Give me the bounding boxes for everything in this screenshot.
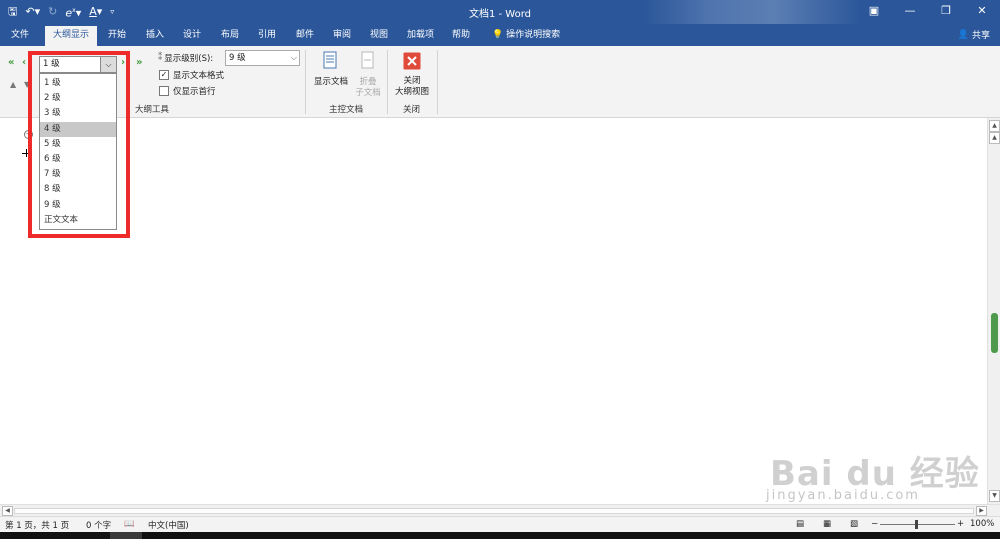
lightbulb-icon: 💡 bbox=[492, 30, 504, 40]
taskbar-strip bbox=[0, 532, 1000, 539]
window-title: 文档1 - Word bbox=[468, 9, 532, 20]
minimize-icon[interactable]: — bbox=[892, 0, 928, 24]
close-icon[interactable]: ✕ bbox=[964, 0, 1000, 24]
close-group-label: 关闭 bbox=[403, 105, 421, 115]
demote-to-body-icon[interactable]: » bbox=[136, 57, 142, 68]
tab-addins[interactable]: 加载项 bbox=[407, 28, 434, 42]
show-text-formatting-label: 显示文本格式 bbox=[173, 71, 225, 81]
status-bar: 第 1 页，共 1 页 0 个字 📖 中文(中国) ▤ ▦ ▧ − + 100% bbox=[0, 516, 1000, 532]
tell-me-search[interactable]: 💡 操作说明搜索 bbox=[492, 28, 560, 42]
word-window: 🖫 ↶▾ ↻ ex▾ A▾ ▿ 文档1 - Word ▣ — ❐ ✕ 文件 大纲… bbox=[0, 0, 1000, 539]
equation-icon[interactable]: ex▾ bbox=[65, 2, 81, 23]
collapse-subdocuments-icon bbox=[361, 51, 374, 69]
ribbon: « ‹ › » ▲ ▼ ⁑ 显示级别(S): 9 级 ⌵ ✓ 显示文本格式 仅显… bbox=[0, 46, 1000, 118]
web-layout-icon[interactable]: ▧ bbox=[850, 519, 858, 529]
zoom-slider-thumb[interactable] bbox=[915, 520, 918, 529]
vertical-scroll-thumb[interactable] bbox=[991, 313, 998, 353]
close-label-2: 大纲视图 bbox=[394, 87, 429, 97]
baidu-watermark: Bai du 经验 jingyan.baidu.com bbox=[760, 440, 1000, 510]
ribbon-tabs: 文件 大纲显示 开始 插入 设计 布局 引用 邮件 审阅 视图 加载项 帮助 💡… bbox=[0, 24, 1000, 46]
tab-mailings[interactable]: 邮件 bbox=[296, 28, 314, 42]
undo-icon[interactable]: ↶▾ bbox=[25, 3, 40, 21]
promote-to-heading1-icon[interactable]: « bbox=[8, 57, 14, 68]
redo-icon[interactable]: ↻ bbox=[48, 3, 57, 21]
text-cursor-vertical bbox=[26, 149, 27, 157]
chevron-down-icon: ⌵ bbox=[290, 53, 297, 62]
show-document-button[interactable]: 显示文档 bbox=[311, 51, 351, 88]
group-separator bbox=[437, 50, 438, 114]
print-layout-icon[interactable]: ▦ bbox=[823, 519, 831, 529]
zoom-level[interactable]: 100% bbox=[970, 519, 994, 529]
show-text-formatting-option[interactable]: ✓ 显示文本格式 bbox=[159, 69, 224, 81]
tab-outlining[interactable]: 大纲显示 bbox=[45, 26, 98, 46]
outline-tools-group-label: 大纲工具 bbox=[135, 105, 170, 115]
font-color-icon[interactable]: A▾ bbox=[89, 3, 102, 21]
collapse-label-1: 折叠 bbox=[359, 77, 377, 87]
tab-insert[interactable]: 插入 bbox=[146, 28, 164, 42]
scroll-up-icon[interactable]: ▲ bbox=[989, 120, 1000, 132]
tab-view[interactable]: 视图 bbox=[370, 28, 388, 42]
watermark-url: jingyan.baidu.com bbox=[766, 488, 920, 503]
quick-access-toolbar: 🖫 ↶▾ ↻ ex▾ A▾ ▿ bbox=[8, 3, 114, 21]
move-up-icon[interactable]: ▲ bbox=[10, 80, 16, 89]
read-mode-icon[interactable]: ▤ bbox=[796, 519, 804, 529]
page-count[interactable]: 第 1 页，共 1 页 bbox=[5, 519, 69, 531]
tab-help[interactable]: 帮助 bbox=[452, 28, 470, 42]
customize-qat-icon[interactable]: ▿ bbox=[110, 3, 114, 21]
taskbar-item bbox=[110, 532, 142, 539]
tab-layout[interactable]: 布局 bbox=[221, 28, 239, 42]
show-level-value: 9 级 bbox=[229, 53, 246, 63]
group-separator bbox=[387, 50, 388, 114]
close-outline-icon bbox=[403, 52, 421, 70]
person-icon: 👤 bbox=[957, 29, 969, 40]
window-controls: ▣ — ❐ ✕ bbox=[856, 0, 1000, 24]
zoom-in-icon[interactable]: + bbox=[957, 519, 964, 529]
close-outline-view-button[interactable]: 关闭 大纲视图 bbox=[391, 52, 433, 98]
master-document-group-label: 主控文档 bbox=[329, 105, 364, 115]
save-icon[interactable]: 🖫 bbox=[8, 3, 17, 21]
annotation-highlight-box bbox=[28, 51, 130, 238]
language-status[interactable]: 中文(中国) bbox=[148, 519, 189, 531]
group-separator bbox=[305, 50, 306, 114]
show-level-select[interactable]: 9 级 ⌵ bbox=[225, 50, 300, 66]
show-first-line-label: 仅显示首行 bbox=[173, 87, 216, 97]
show-level-label: ⁑ 显示级别(S): bbox=[158, 53, 214, 64]
scroll-up-page-icon[interactable]: ▲ bbox=[989, 132, 1000, 144]
share-label: 共享 bbox=[971, 31, 990, 41]
show-first-line-checkbox[interactable] bbox=[159, 86, 169, 96]
title-bar: 🖫 ↶▾ ↻ ex▾ A▾ ▿ 文档1 - Word ▣ — ❐ ✕ bbox=[0, 0, 1000, 48]
word-count[interactable]: 0 个字 bbox=[86, 519, 111, 531]
collapse-label-2: 子文档 bbox=[355, 88, 381, 98]
tell-me-label: 操作说明搜索 bbox=[506, 30, 561, 40]
zoom-out-icon[interactable]: − bbox=[871, 519, 878, 529]
restore-icon[interactable]: ❐ bbox=[928, 0, 964, 24]
proofing-icon[interactable]: 📖 bbox=[124, 519, 135, 529]
show-text-formatting-checkbox[interactable]: ✓ bbox=[159, 70, 169, 80]
close-label-1: 关闭 bbox=[403, 76, 421, 86]
ribbon-display-options-icon[interactable]: ▣ bbox=[856, 0, 892, 24]
share-button[interactable]: 👤 共享 bbox=[957, 28, 990, 42]
show-document-icon bbox=[323, 51, 337, 69]
scroll-left-icon[interactable]: ◀ bbox=[2, 506, 13, 516]
show-first-line-option[interactable]: 仅显示首行 bbox=[159, 85, 216, 97]
tab-design[interactable]: 设计 bbox=[183, 28, 201, 42]
tab-references[interactable]: 引用 bbox=[258, 28, 276, 42]
promote-icon[interactable]: ‹ bbox=[22, 57, 26, 68]
show-level-icon: ⁑ bbox=[158, 53, 163, 63]
tab-home[interactable]: 开始 bbox=[108, 28, 126, 42]
show-document-label: 显示文档 bbox=[313, 77, 348, 87]
tab-review[interactable]: 审阅 bbox=[333, 28, 351, 42]
tab-file[interactable]: 文件 bbox=[11, 28, 29, 42]
collapse-subdocuments-button[interactable]: 折叠 子文档 bbox=[354, 51, 382, 99]
